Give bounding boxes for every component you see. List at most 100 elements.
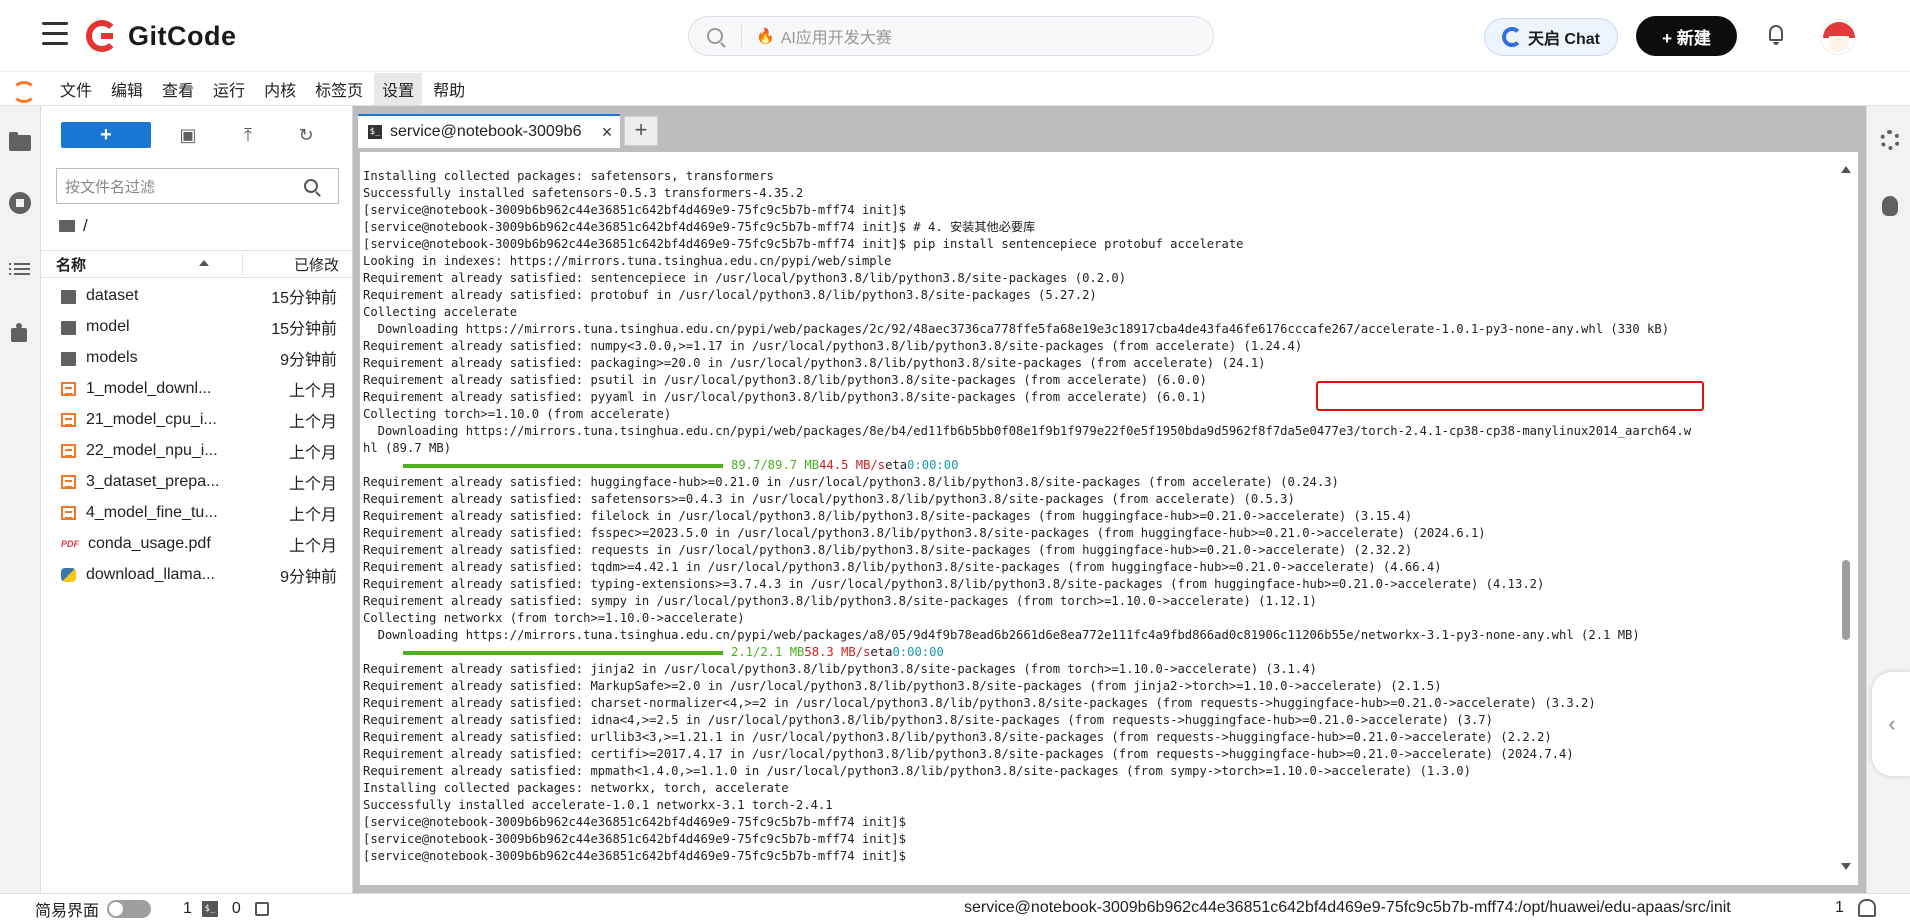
column-modified-header[interactable]: 已修改 bbox=[242, 253, 352, 275]
close-tab-icon[interactable]: × bbox=[598, 122, 616, 143]
file-name: 1_model_downl... bbox=[86, 379, 212, 397]
file-modified: 上个月 bbox=[288, 507, 337, 525]
terminal-line: Requirement already satisfied: protobuf … bbox=[363, 288, 1097, 302]
file-filter-input[interactable]: 按文件名过滤 bbox=[56, 168, 339, 204]
terminal-line: Installing collected packages: safetenso… bbox=[363, 169, 774, 183]
scroll-down-icon[interactable] bbox=[1841, 863, 1851, 870]
progress-size: 2.1/2.1 MB bbox=[731, 645, 805, 659]
tianqi-chat-label: 天启 Chat bbox=[1527, 31, 1600, 48]
terminal-line: Requirement already satisfied: MarkupSaf… bbox=[363, 679, 1442, 693]
terminal-line: [service@notebook-3009b6b962c44e36851c64… bbox=[363, 220, 1036, 234]
terminal-line: Requirement already satisfied: huggingfa… bbox=[363, 475, 1339, 489]
notification-count[interactable]: 1 bbox=[1835, 899, 1844, 917]
file-list: dataset 15分钟前 model 15分钟前 models 9分钟前 1_model_… bbox=[41, 280, 352, 591]
file-row[interactable]: PDF conda_usage.pdf 上个月 bbox=[41, 529, 352, 560]
notebook-icon bbox=[61, 506, 76, 521]
terminal-line: [service@notebook-3009b6b962c44e36851c64… bbox=[363, 849, 906, 863]
status-bell-icon[interactable] bbox=[1858, 899, 1876, 917]
terminal-count[interactable]: 0 bbox=[232, 900, 241, 918]
file-name: download_llama... bbox=[86, 566, 215, 584]
file-row[interactable]: 22_model_npu_i... 上个月 bbox=[41, 435, 352, 466]
file-row[interactable]: dataset 15分钟前 bbox=[41, 280, 352, 311]
new-button[interactable]: + 新建 bbox=[1636, 16, 1737, 56]
breadcrumb[interactable]: / bbox=[59, 216, 88, 236]
terminal-line: Requirement already satisfied: safetenso… bbox=[363, 492, 1295, 506]
file-row[interactable]: models 9分钟前 bbox=[41, 342, 352, 373]
user-avatar[interactable] bbox=[1820, 19, 1856, 55]
terminal-line: Requirement already satisfied: fsspec>=2… bbox=[363, 526, 1486, 540]
terminal-line: Requirement already satisfied: numpy<3.0… bbox=[363, 339, 1303, 353]
terminal-line: Successfully installed safetensors-0.5.3… bbox=[363, 186, 804, 200]
left-activity-bar bbox=[0, 106, 41, 893]
pdf-icon: PDF bbox=[61, 539, 79, 550]
new-launcher-button[interactable]: + bbox=[61, 122, 151, 148]
terminal-line: Requirement already satisfied: mpmath<1.… bbox=[363, 764, 1471, 778]
terminal-line: Requirement already satisfied: sympy in … bbox=[363, 594, 1317, 608]
file-row[interactable]: 21_model_cpu_i... 上个月 bbox=[41, 404, 352, 435]
menu-view[interactable]: 查看 bbox=[154, 73, 202, 105]
kernel-count[interactable]: 1 bbox=[183, 900, 192, 918]
column-name-header[interactable]: 名称 bbox=[41, 254, 242, 275]
folder-icon bbox=[61, 289, 76, 304]
terminal-line: Requirement already satisfied: requests … bbox=[363, 543, 1413, 557]
gitcode-logo[interactable]: GitCode bbox=[86, 17, 237, 55]
terminal-line: Collecting accelerate bbox=[363, 305, 518, 319]
file-filter-placeholder: 按文件名过滤 bbox=[65, 178, 156, 196]
scrollbar-thumb[interactable] bbox=[1842, 560, 1850, 640]
file-row[interactable]: model 15分钟前 bbox=[41, 311, 352, 342]
python-file-icon bbox=[61, 568, 76, 583]
file-row[interactable]: 1_model_downl... 上个月 bbox=[41, 373, 352, 404]
menu-tabs[interactable]: 标签页 bbox=[307, 73, 371, 105]
running-kernels-icon[interactable] bbox=[9, 192, 31, 214]
download-progress-line: 89.7/89.7 MB 44.5 MB/s eta 0:00:00 bbox=[363, 457, 1833, 474]
terminal-line: Downloading https://mirrors.tuna.tsinghu… bbox=[363, 322, 1670, 336]
terminal-line: Successfully installed accelerate-1.0.1 … bbox=[363, 798, 833, 812]
simple-mode-toggle[interactable] bbox=[107, 899, 152, 918]
scroll-up-icon[interactable] bbox=[1841, 166, 1851, 173]
menu-file[interactable]: 文件 bbox=[52, 73, 100, 105]
file-browser-icon[interactable] bbox=[9, 130, 31, 152]
terminal-line: Requirement already satisfied: urllib3<3… bbox=[363, 730, 1552, 744]
add-tab-button[interactable]: + bbox=[624, 116, 658, 146]
menu-settings[interactable]: 设置 bbox=[374, 72, 423, 105]
terminal-panel[interactable]: Installing collected packages: safetenso… bbox=[360, 152, 1858, 885]
menu-run[interactable]: 运行 bbox=[205, 73, 253, 105]
new-folder-icon[interactable]: ▣ bbox=[177, 124, 199, 146]
filter-search-icon bbox=[304, 179, 318, 193]
hamburger-menu-icon[interactable] bbox=[42, 22, 68, 46]
terminal-icon: $_ bbox=[368, 125, 382, 139]
file-modified: 15分钟前 bbox=[271, 289, 337, 307]
notebook-icon bbox=[61, 381, 76, 396]
jupyter-menubar: 文件 编辑 查看 运行 内核 标签页 设置 帮助 bbox=[0, 72, 1910, 106]
table-of-contents-icon[interactable] bbox=[9, 260, 31, 282]
file-browser-panel: + ▣ ⤒ ↻ 按文件名过滤 / 名称 已修改 dataset 15分钟前 mode… bbox=[41, 106, 353, 893]
status-path: service@notebook-3009b6b962c44e36851c642… bbox=[964, 899, 1731, 916]
progress-eta-label: eta bbox=[870, 645, 893, 659]
search-input[interactable]: 🔥 AI应用开发大赛 bbox=[688, 16, 1214, 56]
terminal-line: Requirement already satisfied: certifi>=… bbox=[363, 747, 1574, 761]
refresh-icon[interactable]: ↻ bbox=[295, 124, 317, 146]
menu-help[interactable]: 帮助 bbox=[425, 73, 473, 105]
terminal-scrollbar[interactable] bbox=[1840, 158, 1852, 878]
upload-icon[interactable]: ⤒ bbox=[237, 124, 259, 146]
gitcode-header: GitCode 🔥 AI应用开发大赛 天启 Chat + 新建 bbox=[0, 0, 1910, 72]
gitcode-logo-icon bbox=[86, 20, 118, 52]
notebook-icon bbox=[61, 444, 76, 459]
progress-speed: 44.5 MB/s bbox=[819, 458, 886, 472]
file-row[interactable]: download_llama... 9分钟前 bbox=[41, 560, 352, 591]
collapse-panel-chevron-icon[interactable]: ‹ bbox=[1872, 672, 1910, 776]
tab-terminal[interactable]: $_ service@notebook-3009b6 × bbox=[358, 114, 620, 148]
notification-bell-icon[interactable] bbox=[1766, 23, 1786, 47]
menu-edit[interactable]: 编辑 bbox=[103, 73, 151, 105]
tianqi-chat-button[interactable]: 天启 Chat bbox=[1484, 18, 1618, 56]
terminal-line: Requirement already satisfied: filelock … bbox=[363, 509, 1413, 523]
file-row[interactable]: 4_model_fine_tu... 上个月 bbox=[41, 498, 352, 529]
property-inspector-gear-icon[interactable] bbox=[1880, 130, 1900, 150]
menu-kernel[interactable]: 内核 bbox=[256, 73, 304, 105]
kernel-status-icon[interactable] bbox=[254, 901, 269, 916]
terminal-line: Looking in indexes: https://mirrors.tuna… bbox=[363, 254, 892, 268]
debugger-bug-icon[interactable] bbox=[1882, 196, 1898, 216]
extensions-icon[interactable] bbox=[9, 322, 31, 344]
file-row[interactable]: 3_dataset_prepa... 上个月 bbox=[41, 467, 352, 498]
file-modified: 上个月 bbox=[288, 382, 337, 400]
